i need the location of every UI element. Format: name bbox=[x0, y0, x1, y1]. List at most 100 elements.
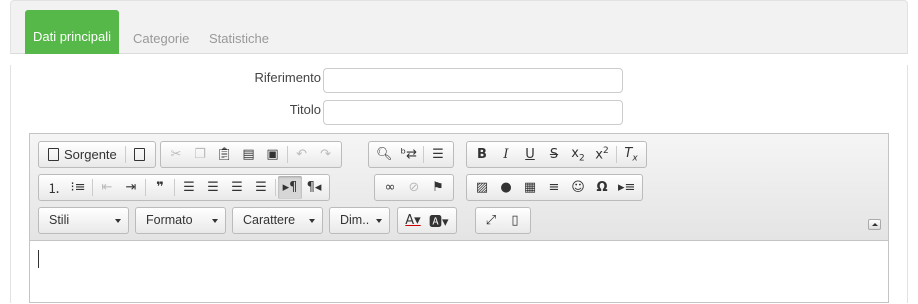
undo-icon: ↶ bbox=[296, 147, 307, 162]
maximize-button[interactable]: ⤢ bbox=[479, 209, 503, 232]
tab-categorie[interactable]: Categorie bbox=[125, 10, 197, 54]
show-blocks-icon: ▯ bbox=[511, 213, 519, 228]
collapse-toolbar-button[interactable] bbox=[868, 219, 881, 230]
justify-icon: ☰ bbox=[255, 180, 267, 195]
maximize-icon: ⤢ bbox=[485, 213, 497, 228]
horizontal-rule-icon: ≡ bbox=[548, 180, 560, 195]
text-color-icon: A▾ bbox=[405, 213, 421, 228]
align-left-button[interactable]: ☰ bbox=[177, 176, 201, 199]
remove-format-button[interactable]: Tx bbox=[619, 143, 643, 166]
separator bbox=[422, 146, 424, 163]
links-group: ∞ ⊘ ⚑ bbox=[374, 174, 454, 201]
rtl-icon: ¶◂ bbox=[306, 180, 322, 195]
paste-word-icon: ▣ bbox=[266, 147, 279, 162]
superscript-button[interactable]: x2 bbox=[590, 143, 614, 166]
flash-icon: ● bbox=[500, 180, 512, 195]
bold-button[interactable]: B bbox=[470, 143, 494, 166]
subscript-button[interactable]: x2 bbox=[566, 143, 590, 166]
image-button[interactable]: ▨ bbox=[470, 176, 494, 199]
separator bbox=[174, 179, 175, 196]
strike-button[interactable]: S bbox=[542, 143, 566, 166]
paste-text-button[interactable]: ▤ bbox=[237, 143, 261, 166]
editor-toolbar: Sorgente ✂ ❐ 📋︎ ▤ ▣ ↶ ↷ 🔍︎ ᵇ⇄ ☰ B I U S bbox=[30, 134, 888, 241]
format-dropdown[interactable]: Formato bbox=[135, 207, 226, 234]
unlink-button[interactable]: ⊘ bbox=[402, 176, 426, 199]
ltr-button[interactable]: ▸¶ bbox=[278, 176, 302, 199]
format-label: Formato bbox=[146, 213, 193, 227]
flash-button[interactable]: ● bbox=[494, 176, 518, 199]
redo-button[interactable]: ↷ bbox=[314, 143, 338, 166]
page-break-button[interactable]: ▸≡ bbox=[614, 176, 639, 199]
special-char-button[interactable]: Ω bbox=[590, 176, 614, 199]
bulleted-list-icon: ⁝≡ bbox=[70, 180, 86, 195]
copy-button[interactable]: ❐ bbox=[188, 143, 212, 166]
align-right-button[interactable]: ☰ bbox=[225, 176, 249, 199]
bold-icon: B bbox=[477, 147, 487, 162]
numbered-list-icon: ⒈ bbox=[47, 182, 61, 197]
scissors-icon: ✂ bbox=[170, 147, 182, 162]
underline-button[interactable]: U bbox=[518, 143, 542, 166]
source-button[interactable]: Sorgente bbox=[42, 143, 123, 166]
align-center-button[interactable]: ☰ bbox=[201, 176, 225, 199]
quote-icon: ❞ bbox=[156, 180, 164, 195]
replace-button[interactable]: ᵇ⇄ bbox=[397, 143, 421, 166]
separator bbox=[92, 179, 93, 196]
separator bbox=[275, 179, 276, 196]
table-icon: ▦ bbox=[523, 180, 537, 195]
titolo-input[interactable] bbox=[323, 100, 623, 125]
source-label: Sorgente bbox=[64, 147, 117, 162]
select-all-icon: ☰ bbox=[432, 147, 444, 162]
flag-icon: ⚑ bbox=[432, 180, 444, 195]
justify-button[interactable]: ☰ bbox=[249, 176, 273, 199]
size-dropdown[interactable]: Dim.. bbox=[329, 207, 390, 234]
new-page-button[interactable] bbox=[128, 143, 152, 166]
paste-word-button[interactable]: ▣ bbox=[261, 143, 285, 166]
search-icon: 🔍︎ bbox=[376, 147, 393, 162]
riferimento-input[interactable] bbox=[323, 68, 623, 93]
chevron-down-icon bbox=[376, 219, 382, 223]
titolo-label: Titolo bbox=[289, 102, 321, 117]
remove-format-icon: Tx bbox=[624, 145, 638, 164]
indent-button[interactable]: ⇥ bbox=[119, 176, 143, 199]
horizontal-rule-button[interactable]: ≡ bbox=[542, 176, 566, 199]
bulleted-list-button[interactable]: ⁝≡ bbox=[66, 176, 90, 199]
link-button[interactable]: ∞ bbox=[378, 176, 402, 199]
replace-icon: ᵇ⇄ bbox=[400, 147, 417, 162]
bg-color-button[interactable]: 🅰︎▾ bbox=[425, 209, 453, 232]
align-left-icon: ☰ bbox=[183, 180, 195, 195]
chevron-down-icon bbox=[212, 219, 218, 223]
link-icon: ∞ bbox=[384, 180, 396, 195]
smiley-button[interactable]: ☺ bbox=[566, 176, 590, 199]
font-label: Carattere bbox=[243, 213, 296, 227]
tab-statistiche[interactable]: Statistiche bbox=[201, 10, 277, 54]
font-dropdown[interactable]: Carattere bbox=[232, 207, 323, 234]
smiley-icon: ☺ bbox=[571, 180, 585, 195]
tab-dati-principali[interactable]: Dati principali bbox=[25, 10, 119, 54]
italic-button[interactable]: I bbox=[494, 143, 518, 166]
blockquote-button[interactable]: ❞ bbox=[148, 176, 172, 199]
riferimento-label: Riferimento bbox=[254, 70, 321, 85]
paste-icon: 📋︎ bbox=[216, 147, 233, 162]
indent-icon: ⇥ bbox=[125, 180, 137, 195]
paste-button[interactable]: 📋︎ bbox=[212, 143, 237, 166]
outdent-button[interactable]: ⇤ bbox=[95, 176, 119, 199]
bg-color-icon: 🅰︎▾ bbox=[429, 215, 449, 230]
editor-content-area[interactable] bbox=[30, 242, 888, 304]
show-blocks-button[interactable]: ▯ bbox=[503, 209, 527, 232]
rtl-button[interactable]: ¶◂ bbox=[302, 176, 326, 199]
find-button[interactable]: 🔍︎ bbox=[372, 143, 397, 166]
cut-button[interactable]: ✂ bbox=[164, 143, 188, 166]
page-break-icon: ▸≡ bbox=[618, 180, 636, 195]
tab-bar: Dati principali Categorie Statistiche bbox=[10, 0, 908, 54]
numbered-list-button[interactable]: ⒈ bbox=[42, 176, 66, 199]
styles-label: Stili bbox=[49, 213, 70, 227]
chevron-down-icon bbox=[309, 219, 315, 223]
styles-dropdown[interactable]: Stili bbox=[38, 207, 129, 234]
table-button[interactable]: ▦ bbox=[518, 176, 542, 199]
text-color-button[interactable]: A▾ bbox=[401, 209, 425, 232]
chevron-down-icon bbox=[115, 219, 121, 223]
new-page-icon bbox=[134, 148, 146, 161]
select-all-button[interactable]: ☰ bbox=[426, 143, 450, 166]
anchor-button[interactable]: ⚑ bbox=[426, 176, 450, 199]
undo-button[interactable]: ↶ bbox=[290, 143, 314, 166]
